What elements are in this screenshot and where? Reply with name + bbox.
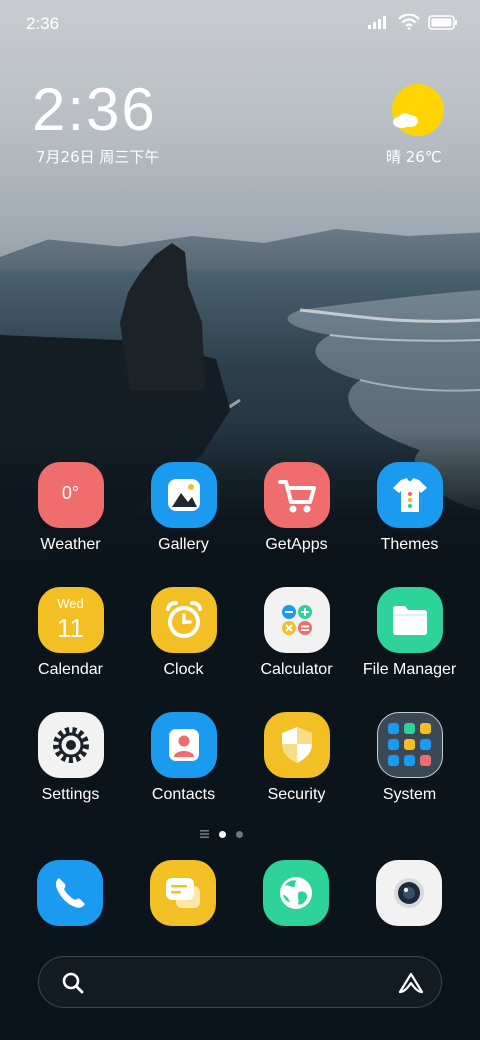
app-getapps[interactable]: GetApps bbox=[240, 462, 353, 554]
menu-lines-icon bbox=[200, 830, 209, 838]
folder-grid-icon[interactable] bbox=[376, 712, 443, 778]
page-dot[interactable] bbox=[236, 830, 243, 838]
calendar-day: Wed bbox=[57, 596, 84, 611]
app-label: Calendar bbox=[38, 661, 103, 678]
cloud-icon bbox=[393, 113, 418, 128]
app-settings[interactable]: Settings bbox=[14, 712, 127, 804]
app-label: Themes bbox=[380, 536, 439, 553]
search-bar[interactable] bbox=[38, 956, 442, 1008]
weather-temp-badge: 0° bbox=[61, 483, 80, 503]
shopping-cart-icon[interactable] bbox=[263, 462, 330, 528]
sun-icon[interactable] bbox=[392, 84, 444, 136]
clock-widget-time[interactable]: 2:36 bbox=[32, 78, 157, 142]
app-themes[interactable]: Themes bbox=[353, 462, 466, 554]
weather-widget-text: 晴 26℃ bbox=[386, 148, 442, 166]
calendar-date: 11 bbox=[57, 613, 84, 643]
app-gallery[interactable]: Gallery bbox=[127, 462, 240, 554]
app-label: Gallery bbox=[158, 536, 209, 553]
app-label: Settings bbox=[41, 786, 100, 803]
app-clock[interactable]: Clock bbox=[127, 587, 240, 679]
status-bar: 2:36 bbox=[0, 0, 480, 50]
page-dot-active[interactable] bbox=[219, 830, 226, 838]
app-file-manager[interactable]: File Manager bbox=[353, 587, 466, 679]
app-calculator[interactable]: Calculator bbox=[240, 587, 353, 679]
globe-icon[interactable] bbox=[263, 860, 329, 926]
clock-widget-date: 7月26日 周三下午 bbox=[36, 148, 160, 166]
contact-card-icon[interactable] bbox=[150, 712, 217, 778]
gallery-icon[interactable] bbox=[150, 462, 217, 528]
calculator-icon[interactable] bbox=[263, 587, 330, 653]
app-label: Weather bbox=[40, 536, 101, 553]
tshirt-icon[interactable] bbox=[376, 462, 443, 528]
app-label: System bbox=[382, 786, 437, 803]
alarm-clock-icon[interactable] bbox=[150, 587, 217, 653]
app-label: Security bbox=[267, 786, 326, 803]
signal-icon bbox=[368, 16, 386, 29]
phone-icon[interactable] bbox=[37, 860, 103, 926]
status-time: 2:36 bbox=[26, 14, 60, 33]
app-weather[interactable]: 0° Weather bbox=[14, 462, 127, 554]
app-label: GetApps bbox=[265, 536, 328, 553]
folder-icon[interactable] bbox=[376, 587, 443, 653]
weather-app-icon[interactable]: 0° bbox=[37, 462, 104, 528]
app-system-folder[interactable]: System bbox=[353, 712, 466, 804]
app-label: Clock bbox=[163, 661, 204, 678]
page-indicator[interactable] bbox=[200, 830, 243, 838]
assistant-icon[interactable] bbox=[397, 971, 425, 995]
app-calendar[interactable]: Wed 11 Calendar bbox=[14, 587, 127, 679]
gear-icon[interactable] bbox=[37, 712, 104, 778]
app-label: File Manager bbox=[362, 661, 457, 678]
messages-icon[interactable] bbox=[150, 860, 216, 926]
app-contacts[interactable]: Contacts bbox=[127, 712, 240, 804]
shield-icon[interactable] bbox=[263, 712, 330, 778]
app-label: Contacts bbox=[151, 786, 216, 803]
wifi-icon bbox=[398, 14, 420, 30]
app-label: Calculator bbox=[260, 661, 333, 678]
camera-icon[interactable] bbox=[376, 860, 442, 926]
search-icon bbox=[62, 972, 84, 994]
app-security[interactable]: Security bbox=[240, 712, 353, 804]
battery-icon bbox=[428, 14, 457, 30]
calendar-icon[interactable]: Wed 11 bbox=[37, 587, 104, 653]
